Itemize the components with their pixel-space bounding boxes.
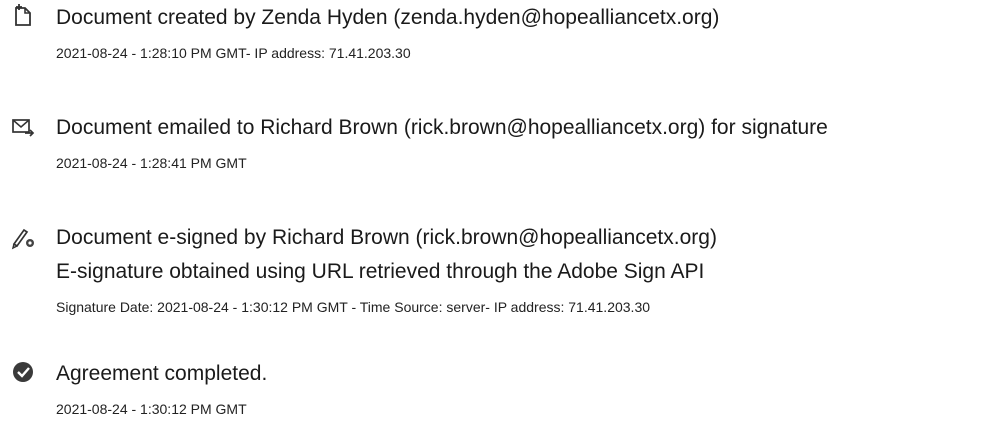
event-detail: Signature Date: 2021-08-24 - 1:30:12 PM …	[56, 299, 651, 315]
event-title: Document e-signed by Richard Brown (rick…	[56, 226, 717, 249]
e-sign-pen-icon	[10, 224, 36, 250]
email-sent-icon	[10, 114, 36, 140]
event-title-secondary: E-signature obtained using URL retrieved…	[56, 260, 705, 283]
event-title: Document emailed to Richard Brown (rick.…	[56, 116, 828, 139]
document-created-icon	[10, 2, 36, 28]
agreement-completed-icon	[10, 359, 36, 385]
event-title: Agreement completed.	[56, 362, 268, 385]
event-detail: 2021-08-24 - 1:30:12 PM GMT	[56, 401, 247, 417]
event-detail: 2021-08-24 - 1:28:10 PM GMT- IP address:…	[56, 45, 411, 61]
event-title: Document created by Zenda Hyden (zenda.h…	[56, 6, 720, 29]
event-detail: 2021-08-24 - 1:28:41 PM GMT	[56, 155, 247, 171]
